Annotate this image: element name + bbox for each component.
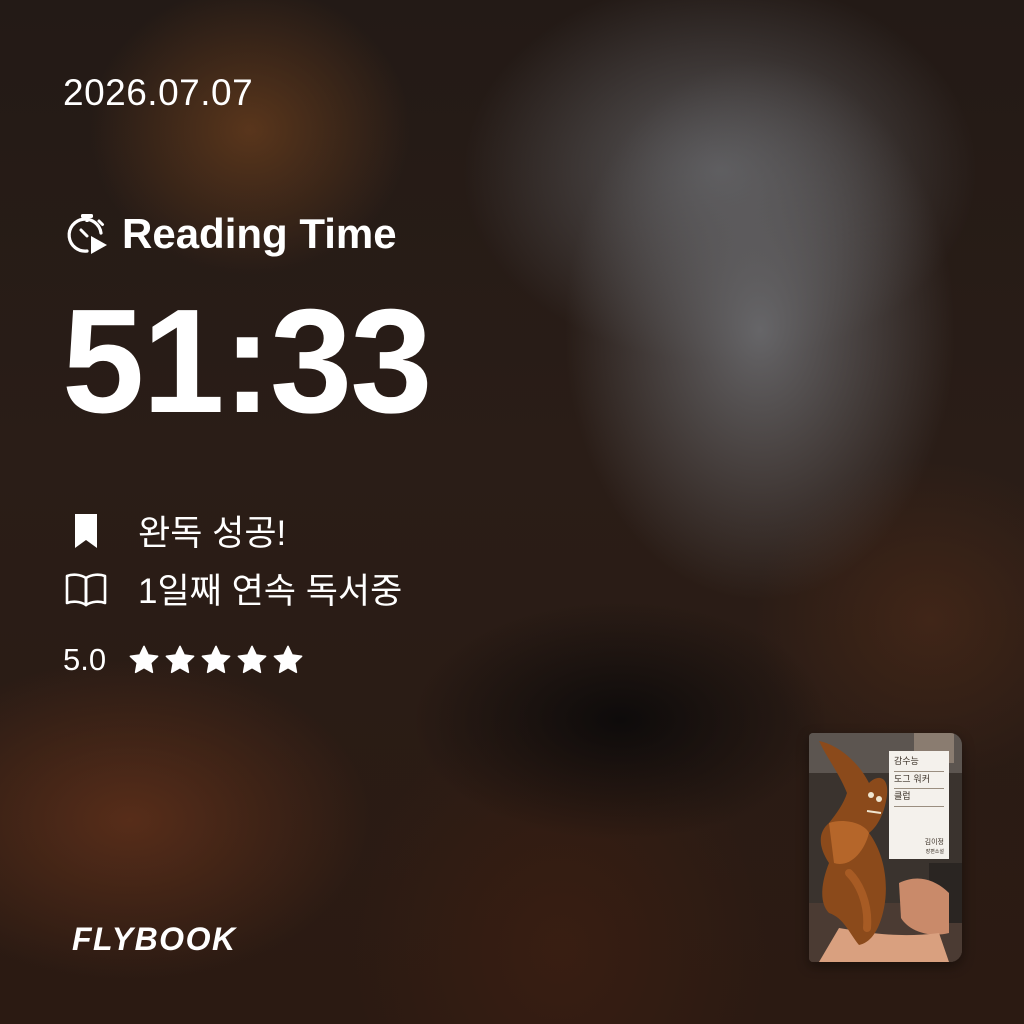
rating: 5.0: [63, 642, 304, 678]
open-book-icon: [64, 567, 108, 611]
streak-status: 1일째 연속 독서중: [64, 563, 402, 614]
bookmark-icon: [64, 509, 108, 553]
book-title-line: 도그 워커: [894, 775, 944, 790]
star-icon: [201, 645, 231, 674]
book-title-line: 클럽: [894, 792, 944, 808]
star-icon: [129, 645, 159, 674]
brand-logo: FLYBOOK: [72, 921, 237, 957]
star-rating: [128, 644, 304, 676]
star-icon: [165, 645, 195, 674]
star-icon: [237, 645, 267, 674]
date-text: 2026.07.07: [63, 72, 254, 113]
stopwatch-play-icon: [67, 214, 107, 254]
reading-time-label: Reading Time: [122, 210, 397, 257]
book-title-line: 감수능: [894, 757, 944, 772]
rating-value: 5.0: [63, 642, 107, 677]
book-cover-label: 감수능 도그 워커 클럽 김이정 장편소설: [889, 751, 949, 859]
reading-time-header: Reading Time: [64, 210, 397, 258]
streak-text: 1일째 연속 독서중: [138, 572, 403, 611]
reading-time-value: 51:33: [62, 279, 433, 444]
completion-text: 완독 성공!: [138, 514, 287, 553]
star-icon: [273, 645, 303, 674]
completion-status: 완독 성공!: [64, 505, 286, 556]
book-subtitle: 장편소설: [925, 848, 944, 855]
book-cover[interactable]: 감수능 도그 워커 클럽 김이정 장편소설: [809, 733, 962, 962]
book-author: 김이정: [924, 837, 944, 846]
